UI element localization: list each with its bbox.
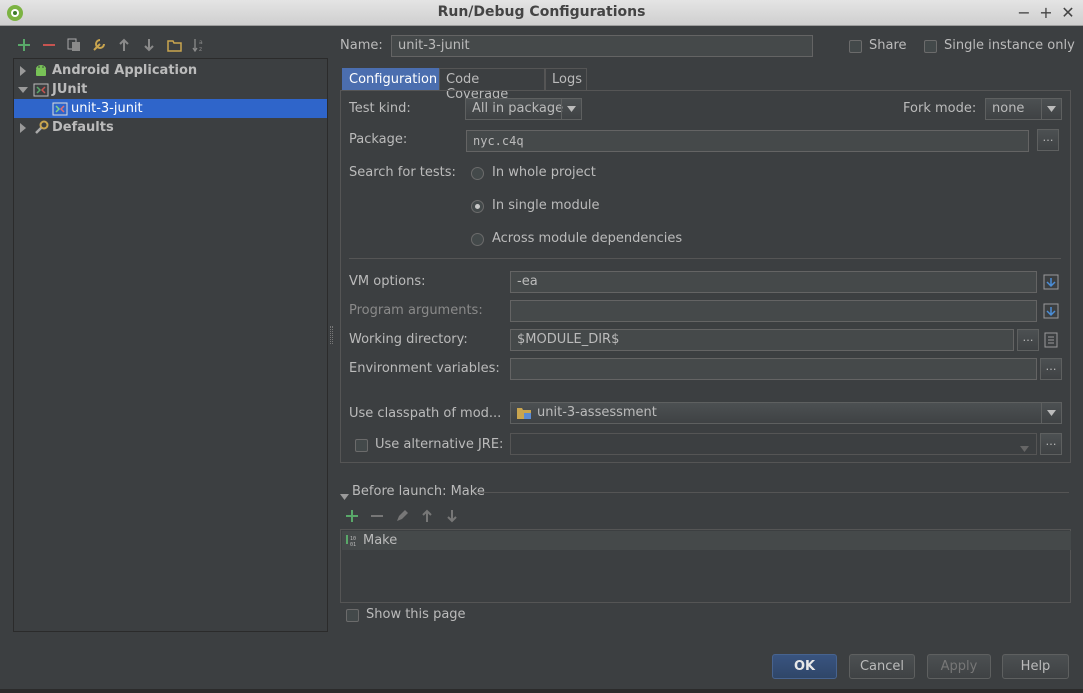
add-task-icon[interactable] — [341, 505, 363, 527]
expand-field-icon[interactable] — [1041, 272, 1061, 292]
expand-field-icon[interactable] — [1041, 301, 1061, 321]
splitter-handle[interactable] — [330, 326, 333, 344]
junit-config-icon — [52, 101, 68, 117]
svg-text:z: z — [199, 46, 202, 52]
svg-text:01: 01 — [350, 542, 356, 548]
make-icon: 10 01 — [345, 534, 359, 548]
show-page-checkbox[interactable] — [346, 609, 359, 622]
test-kind-label: Test kind: — [349, 101, 411, 116]
before-launch-list[interactable]: 10 01 Make — [340, 529, 1071, 603]
tab-code-coverage[interactable]: Code Coverage — [439, 68, 545, 102]
chevron-down-icon — [1041, 403, 1061, 423]
expand-arrow-icon[interactable] — [17, 65, 29, 77]
macros-icon[interactable] — [1041, 330, 1061, 350]
remove-task-icon[interactable] — [366, 505, 388, 527]
classpath-label: Use classpath of mod... — [349, 406, 502, 421]
maximize-icon[interactable]: + — [1036, 3, 1056, 23]
section-divider — [475, 492, 1069, 493]
vm-options-label: VM options: — [349, 274, 426, 289]
working-dir-label: Working directory: — [349, 332, 468, 347]
collapse-arrow-icon[interactable] — [17, 84, 29, 96]
fork-mode-label: Fork mode: — [903, 101, 977, 116]
tree-item-android-application[interactable]: Android Application — [14, 61, 327, 80]
tree-item-defaults[interactable]: Defaults — [14, 118, 327, 137]
move-task-down-icon[interactable] — [441, 505, 463, 527]
working-dir-input[interactable]: $MODULE_DIR$ — [510, 329, 1014, 351]
radio-single-module-label: In single module — [492, 198, 600, 213]
tree-item-junit[interactable]: JUnit — [14, 80, 327, 99]
classpath-module-select[interactable]: unit-3-assessment — [510, 402, 1062, 424]
junit-icon — [33, 82, 49, 98]
help-button[interactable]: Help — [1002, 654, 1069, 679]
show-page-label: Show this page — [366, 607, 466, 622]
tree-item-unit-3-junit[interactable]: unit-3-junit — [14, 99, 327, 118]
alt-jre-label: Use alternative JRE: — [375, 437, 504, 452]
alt-jre-checkbox[interactable] — [355, 439, 368, 452]
cancel-button[interactable]: Cancel — [849, 654, 915, 679]
apply-button[interactable]: Apply — [927, 654, 991, 679]
move-down-icon[interactable] — [138, 34, 160, 56]
ok-button[interactable]: OK — [772, 654, 837, 679]
browse-package-button[interactable]: … — [1037, 129, 1059, 151]
env-vars-label: Environment variables: — [349, 361, 500, 376]
sort-icon[interactable]: az — [188, 34, 210, 56]
move-up-icon[interactable] — [113, 34, 135, 56]
program-args-input[interactable] — [510, 300, 1037, 322]
section-divider — [349, 258, 1061, 259]
edit-defaults-icon[interactable] — [88, 34, 110, 56]
name-label: Name: — [340, 38, 383, 53]
add-config-icon[interactable] — [13, 34, 35, 56]
before-launch-header[interactable]: Before launch: Make — [352, 484, 485, 499]
radio-whole-project-label: In whole project — [492, 165, 596, 180]
share-label: Share — [869, 38, 907, 53]
single-instance-checkbox[interactable] — [924, 40, 937, 53]
share-checkbox[interactable] — [849, 40, 862, 53]
tab-logs[interactable]: Logs — [545, 68, 587, 91]
chevron-down-icon — [1041, 99, 1061, 119]
collapse-section-icon[interactable] — [340, 489, 349, 504]
chevron-down-icon — [1020, 441, 1029, 456]
single-instance-label: Single instance only — [944, 38, 1075, 53]
fork-mode-select[interactable]: none — [985, 98, 1062, 120]
title-bar: Run/Debug Configurations − + ✕ — [0, 0, 1083, 26]
list-item[interactable]: 10 01 Make — [342, 531, 1071, 550]
edit-task-icon[interactable] — [391, 505, 413, 527]
window-bottom-edge — [0, 689, 1083, 693]
android-icon — [33, 63, 49, 79]
radio-across-modules[interactable] — [471, 233, 484, 246]
search-for-tests-label: Search for tests: — [349, 165, 456, 180]
radio-across-modules-label: Across module dependencies — [492, 231, 683, 246]
minimize-icon[interactable]: − — [1014, 3, 1034, 23]
window-title: Run/Debug Configurations — [437, 4, 646, 20]
tab-configuration[interactable]: Configuration — [342, 68, 439, 91]
config-tree[interactable]: Android Application JUnit unit-3-junit D… — [13, 58, 328, 632]
radio-single-module[interactable] — [471, 200, 484, 213]
module-folder-icon — [516, 406, 532, 425]
package-label: Package: — [349, 132, 408, 147]
vm-options-input[interactable]: -ea — [510, 271, 1037, 293]
browse-working-dir-button[interactable]: … — [1017, 329, 1039, 351]
env-vars-input[interactable] — [510, 358, 1037, 380]
copy-config-icon[interactable] — [63, 34, 85, 56]
name-input[interactable]: unit-3-junit — [391, 35, 813, 57]
edit-env-vars-button[interactable]: … — [1040, 358, 1062, 380]
alt-jre-input[interactable] — [510, 433, 1037, 455]
browse-jre-button[interactable]: … — [1040, 433, 1062, 455]
test-kind-select[interactable]: All in package — [465, 98, 582, 120]
folder-icon[interactable] — [163, 34, 185, 56]
move-task-up-icon[interactable] — [416, 505, 438, 527]
program-args-label: Program arguments: — [349, 303, 483, 318]
package-input[interactable]: nyc.c4q — [466, 130, 1029, 152]
radio-whole-project[interactable] — [471, 167, 484, 180]
wrench-icon — [33, 120, 49, 136]
expand-arrow-icon[interactable] — [17, 122, 29, 134]
chevron-down-icon — [561, 99, 581, 119]
svg-text:a: a — [199, 39, 203, 46]
close-icon[interactable]: ✕ — [1058, 3, 1078, 23]
remove-config-icon[interactable] — [38, 34, 60, 56]
